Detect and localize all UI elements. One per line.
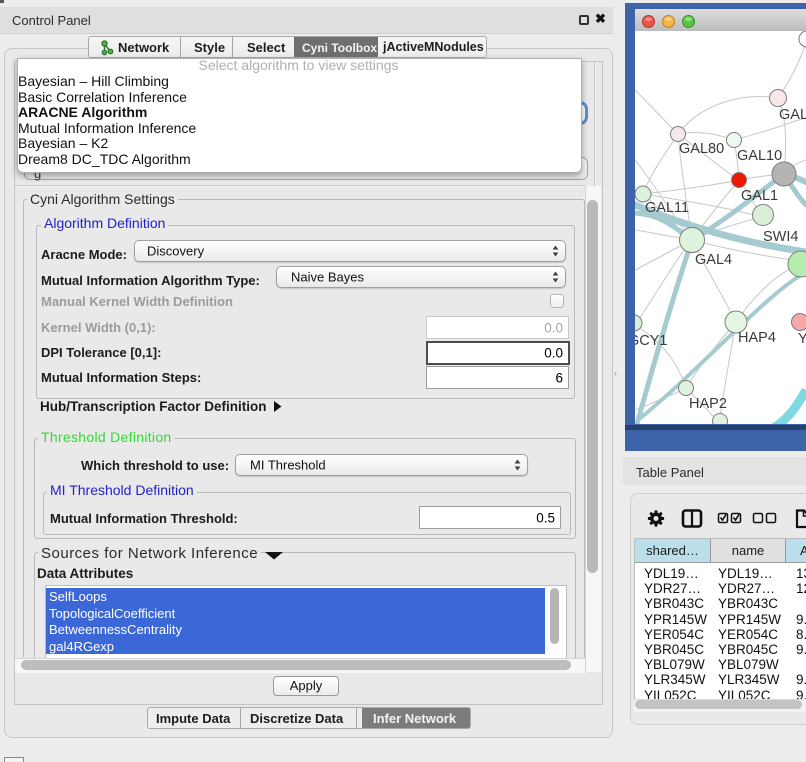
svg-text:GAL80: GAL80 (679, 141, 724, 157)
svg-text:SWI4: SWI4 (763, 229, 798, 245)
svg-text:GAL1: GAL1 (741, 188, 778, 204)
svg-text:GAL7: GAL7 (779, 107, 806, 123)
svg-text:GAL4: GAL4 (695, 252, 732, 268)
svg-text:HAP2: HAP2 (689, 396, 727, 412)
svg-text:HAP4: HAP4 (738, 330, 776, 346)
svg-text:YM: YM (798, 331, 806, 347)
svg-text:GCY1: GCY1 (635, 333, 668, 349)
svg-text:GAL10: GAL10 (737, 148, 782, 164)
svg-text:GAL11: GAL11 (645, 200, 689, 216)
